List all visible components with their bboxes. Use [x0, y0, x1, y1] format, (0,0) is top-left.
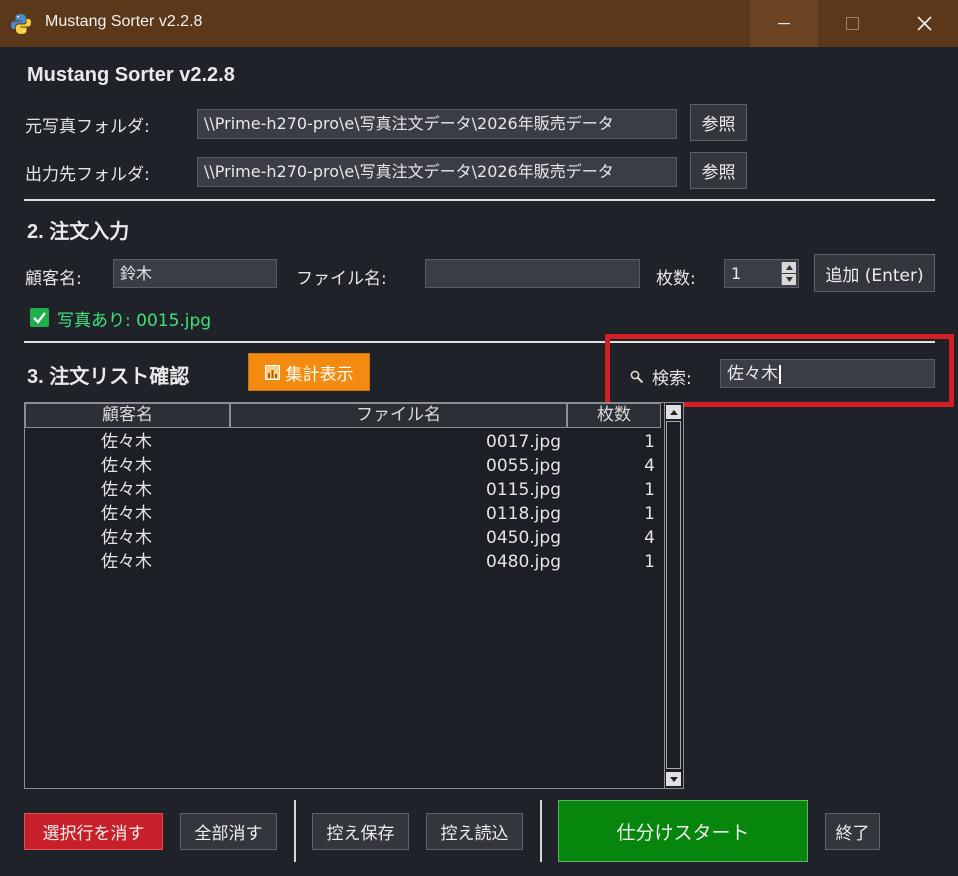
column-header-customer[interactable]: 顧客名 [25, 403, 230, 428]
cell-file: 0115.jpg [486, 480, 561, 500]
customer-name-label: 顧客名: [25, 269, 82, 289]
arrow-down-icon [785, 277, 793, 282]
stepper-arrows [781, 262, 796, 285]
cell-file: 0055.jpg [486, 456, 561, 476]
photo-status-text: 写真あり: 0015.jpg [57, 311, 212, 331]
cell-file: 0450.jpg [486, 528, 561, 548]
text-cursor [779, 364, 781, 384]
table-scrollbar[interactable] [664, 403, 682, 788]
section-divider [24, 199, 935, 201]
checkmark-icon [30, 308, 49, 327]
source-folder-label: 元写真フォルダ: [25, 117, 150, 137]
cell-customer: 佐々木 [101, 504, 152, 524]
cell-qty: 1 [644, 552, 655, 572]
window-title: Mustang Sorter v2.2.8 [45, 13, 203, 30]
quantity-label: 枚数: [656, 269, 696, 289]
decrement-button[interactable] [782, 274, 796, 285]
table-row[interactable]: 佐々木 0017.jpg 1 [25, 430, 665, 454]
search-label: 検索: [652, 369, 692, 389]
table-body: 佐々木 0017.jpg 1 佐々木 0055.jpg 4 佐々木 0115.j… [25, 430, 665, 574]
search-input[interactable]: 佐々木 [720, 359, 935, 388]
file-name-input[interactable] [425, 259, 640, 288]
cell-file: 0118.jpg [486, 504, 561, 524]
python-logo-icon [10, 13, 32, 35]
cell-file: 0480.jpg [486, 552, 561, 572]
button-divider [294, 800, 296, 862]
cell-file: 0017.jpg [486, 432, 561, 452]
close-icon [916, 16, 932, 31]
source-browse-button[interactable]: 参照 [690, 104, 747, 141]
magnifier-icon [630, 369, 644, 388]
cell-customer: 佐々木 [101, 480, 152, 500]
arrow-down-icon [669, 776, 678, 782]
bar-chart-icon [264, 364, 280, 380]
cell-qty: 4 [644, 456, 655, 476]
file-name-label: ファイル名: [296, 269, 387, 289]
increment-button[interactable] [782, 262, 796, 273]
arrow-up-icon [669, 409, 678, 415]
delete-selected-button[interactable]: 選択行を消す [24, 813, 163, 850]
cell-qty: 1 [644, 504, 655, 524]
button-divider [540, 800, 542, 862]
app-heading: Mustang Sorter v2.2.8 [27, 64, 235, 86]
table-row[interactable]: 佐々木 0480.jpg 1 [25, 550, 665, 574]
column-header-file[interactable]: ファイル名 [230, 403, 567, 428]
cell-qty: 1 [644, 432, 655, 452]
maximize-button[interactable] [818, 0, 886, 47]
add-order-button[interactable]: 追加 (Enter) [814, 254, 935, 292]
table-row[interactable]: 佐々木 0115.jpg 1 [25, 478, 665, 502]
order-list-heading: 3. 注文リスト確認 [27, 366, 190, 388]
order-table[interactable]: 顧客名 ファイル名 枚数 佐々木 0017.jpg 1 佐々木 0055.jpg… [24, 402, 684, 789]
cell-customer: 佐々木 [101, 552, 152, 572]
load-backup-button[interactable]: 控え読込 [426, 813, 523, 850]
cell-customer: 佐々木 [101, 456, 152, 476]
scroll-up-button[interactable] [666, 405, 681, 419]
table-header: 顧客名 ファイル名 枚数 [25, 403, 665, 428]
table-row[interactable]: 佐々木 0055.jpg 4 [25, 454, 665, 478]
summary-button[interactable]: 集計表示 [248, 353, 370, 391]
cell-customer: 佐々木 [101, 528, 152, 548]
arrow-up-icon [785, 265, 793, 270]
exit-button[interactable]: 終了 [825, 813, 880, 850]
summary-label: 集計表示 [285, 364, 354, 385]
quantity-stepper[interactable]: 1 [724, 259, 799, 288]
scroll-thumb[interactable] [666, 421, 681, 769]
quantity-value: 1 [731, 264, 742, 283]
output-browse-button[interactable]: 参照 [690, 152, 747, 189]
close-button[interactable] [890, 0, 958, 47]
column-header-qty[interactable]: 枚数 [567, 403, 661, 428]
table-row[interactable]: 佐々木 0118.jpg 1 [25, 502, 665, 526]
output-folder-label: 出力先フォルダ: [25, 165, 150, 185]
cell-qty: 4 [644, 528, 655, 548]
table-row[interactable]: 佐々木 0450.jpg 4 [25, 526, 665, 550]
save-backup-button[interactable]: 控え保存 [312, 813, 409, 850]
delete-all-button[interactable]: 全部消す [180, 813, 277, 850]
maximize-icon [845, 17, 859, 30]
customer-name-input[interactable]: 鈴木 [113, 259, 277, 288]
search-value: 佐々木 [727, 364, 778, 384]
title-bar: Mustang Sorter v2.2.8 [0, 0, 958, 47]
source-folder-field[interactable]: \\Prime-h270-pro\e\写真注文データ\2026年販売データ [197, 109, 677, 139]
cell-qty: 1 [644, 480, 655, 500]
scroll-down-button[interactable] [666, 772, 681, 786]
cell-customer: 佐々木 [101, 432, 152, 452]
order-input-heading: 2. 注文入力 [27, 221, 130, 243]
output-folder-field[interactable]: \\Prime-h270-pro\e\写真注文データ\2026年販売データ [197, 157, 677, 187]
minimize-button[interactable] [750, 0, 818, 47]
minimize-icon [778, 22, 790, 24]
start-sorting-button[interactable]: 仕分けスタート [558, 800, 808, 862]
